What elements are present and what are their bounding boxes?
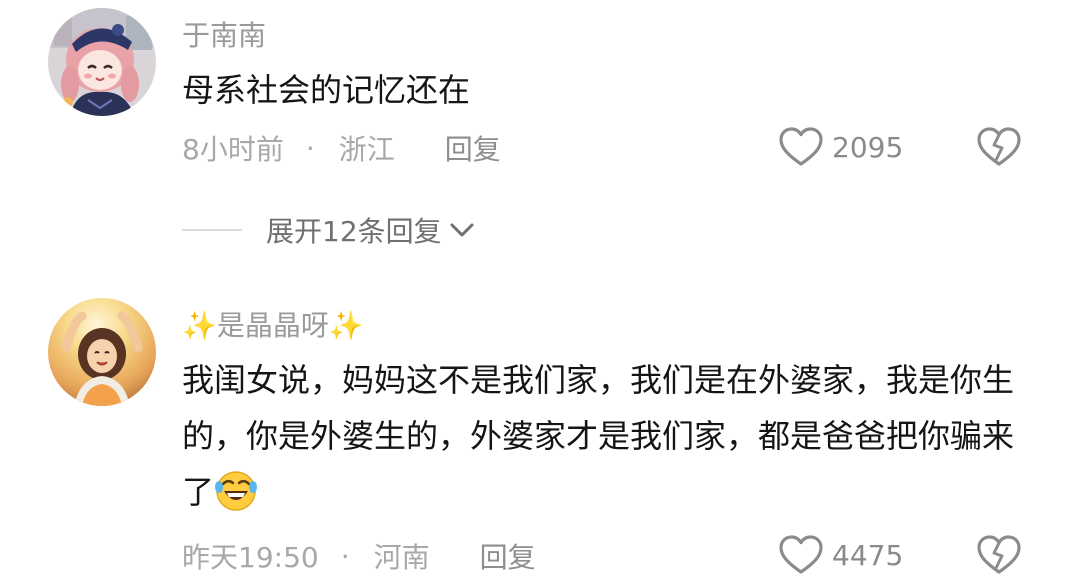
like-count: 2095 — [832, 130, 904, 164]
comment-item: ✨是晶晶呀✨ 我闺女说，妈妈这不是我们家，我们是在外婆家，我是你生的，你是外婆生… — [0, 290, 1080, 585]
dislike-button[interactable] — [976, 534, 1022, 576]
chevron-down-icon — [450, 223, 474, 237]
expand-replies-label: 展开12条回复 — [266, 215, 442, 248]
like-button[interactable]: 4475 — [778, 531, 903, 579]
comment-time: 昨天19:50 — [182, 541, 319, 574]
heart-icon — [779, 535, 823, 574]
comment-time: 8小时前 — [182, 133, 284, 166]
username[interactable]: 于南南 — [182, 14, 266, 54]
broken-heart-icon — [977, 535, 1021, 574]
comment-text: 母系社会的记忆还在 — [182, 71, 471, 109]
heart-icon — [779, 127, 823, 166]
sunlit-woman-avatar-image — [48, 298, 156, 406]
comment-location: 河南 — [373, 541, 430, 574]
expand-divider — [182, 229, 242, 231]
comment-meta: 昨天19:50 · 河南 回复 — [182, 536, 536, 576]
meta-separator: · — [340, 539, 350, 573]
comment-text-content: 我闺女说，妈妈这不是我们家，我们是在外婆家，我是你生的，你是外婆生的，外婆家才是… — [182, 361, 1015, 511]
expand-replies-button[interactable]: 展开12条回复 — [182, 208, 476, 252]
like-count: 4475 — [832, 538, 904, 572]
reply-button[interactable]: 回复 — [480, 536, 536, 576]
comment-item: 于南南 母系社会的记忆还在 8小时前 · 浙江 回复 2095 — [0, 0, 1080, 200]
avatar[interactable] — [48, 298, 156, 406]
broken-heart-icon — [977, 127, 1021, 166]
comment-text: 我闺女说，妈妈这不是我们家，我们是在外婆家，我是你生的，你是外婆生的，外婆家才是… — [182, 352, 1022, 520]
anime-girl-avatar-image — [48, 8, 156, 116]
comment-meta: 8小时前 · 浙江 回复 — [182, 128, 501, 168]
username[interactable]: ✨是晶晶呀✨ — [182, 304, 364, 344]
dislike-button[interactable] — [976, 126, 1022, 168]
avatar[interactable] — [48, 8, 156, 116]
like-button[interactable]: 2095 — [778, 123, 903, 171]
reply-button[interactable]: 回复 — [445, 128, 501, 168]
rolling-laughing-emoji — [215, 471, 258, 511]
meta-separator: · — [305, 131, 315, 165]
comment-location: 浙江 — [338, 133, 395, 166]
